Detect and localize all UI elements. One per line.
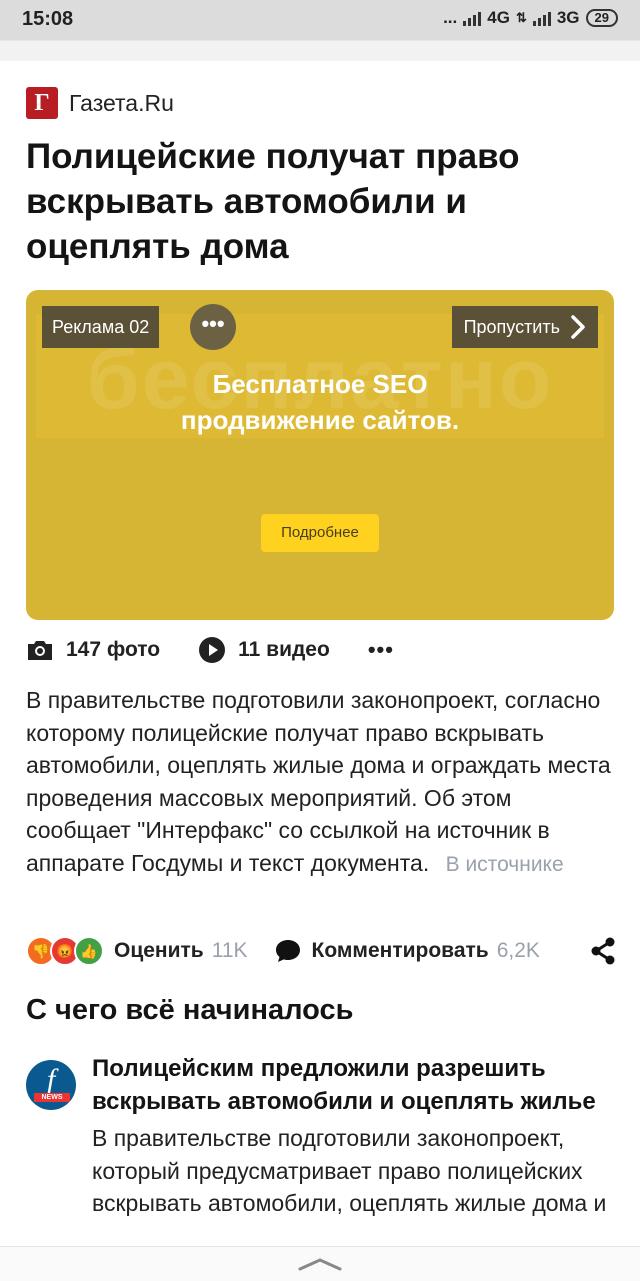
news-source-avatar: f NEWS [26,1060,76,1110]
source-link[interactable]: В источнике [446,853,564,876]
network-3g-label: 3G [556,8,580,27]
ad-label: Реклама 02 [42,306,160,348]
article-actions: 👎 😡 👍 Оценить 11K Комментировать 6,2K [26,934,616,968]
network-4g-label: 4G [487,8,510,27]
chevron-right-icon [571,315,585,339]
reactions[interactable]: 👎 😡 👍 [26,936,104,966]
ad-banner[interactable]: бесплатно Реклама 02 ••• Пропустить Бесп… [26,290,614,620]
play-icon [199,637,226,663]
videos-link[interactable]: 11 видео [198,636,330,664]
top-separator [0,40,640,61]
data-arrows-icon: ⇅ [515,10,527,25]
battery-icon: 29 [585,9,618,27]
videos-count: 11 видео [238,638,330,661]
comment-count: 6,2K [496,939,540,962]
chevron-up-icon[interactable] [298,1257,342,1271]
article-source[interactable]: Г Газета.Ru [26,86,174,120]
status-indicators: ... 4G ⇅ 3G 29 [443,8,618,28]
comment-icon [275,940,300,962]
signal-icon [532,10,551,26]
gazeta-logo: Г [26,87,58,119]
section-title: С чего всё начиналось [26,994,354,1026]
article-text: В правительстве подготовили законопроект… [26,687,611,876]
ad-headline: Бесплатное SEO продвижение сайтов. [26,366,614,438]
ad-headline-line2: продвижение сайтов. [180,405,460,435]
bottom-bar [0,1246,640,1281]
media-row: 147 фото 11 видео ••• [26,634,394,666]
signal-icon [463,10,482,26]
more-options-icon[interactable]: ••• [190,304,236,350]
share-icon[interactable] [590,937,616,965]
comment-button[interactable]: Комментировать 6,2K [274,938,540,964]
avatar-tag: NEWS [34,1093,70,1102]
story-text: В правительстве подготовили законопроект… [92,1125,607,1216]
avatar-letter: f [46,1063,56,1096]
photos-count: 147 фото [66,638,161,661]
article-body: В правительстве подготовили законопроект… [26,684,622,881]
camera-icon [28,641,52,660]
skip-ad-label: Пропустить [463,317,560,337]
status-time: 15:08 [22,8,74,30]
thumbs-up-icon: 👍 [74,936,104,966]
ad-cta-button[interactable]: Подробнее [261,514,379,552]
photos-link[interactable]: 147 фото [26,638,160,662]
more-icon[interactable]: ••• [368,637,394,663]
ad-headline-line1: Бесплатное SEO [212,369,428,399]
rate-button[interactable]: Оценить [114,939,204,963]
story-title: Полицейским предложили разрешить вскрыва… [92,1055,596,1115]
skip-ad-button[interactable]: Пропустить [451,306,598,348]
source-name: Газета.Ru [69,89,174,116]
rate-count: 11K [211,939,248,962]
comment-label: Комментировать [311,939,489,962]
status-dots: ... [443,8,458,27]
article-title: Полицейские получат право вскрывать авто… [26,137,520,266]
status-bar: 15:08 ... 4G ⇅ 3G 29 [0,0,640,40]
